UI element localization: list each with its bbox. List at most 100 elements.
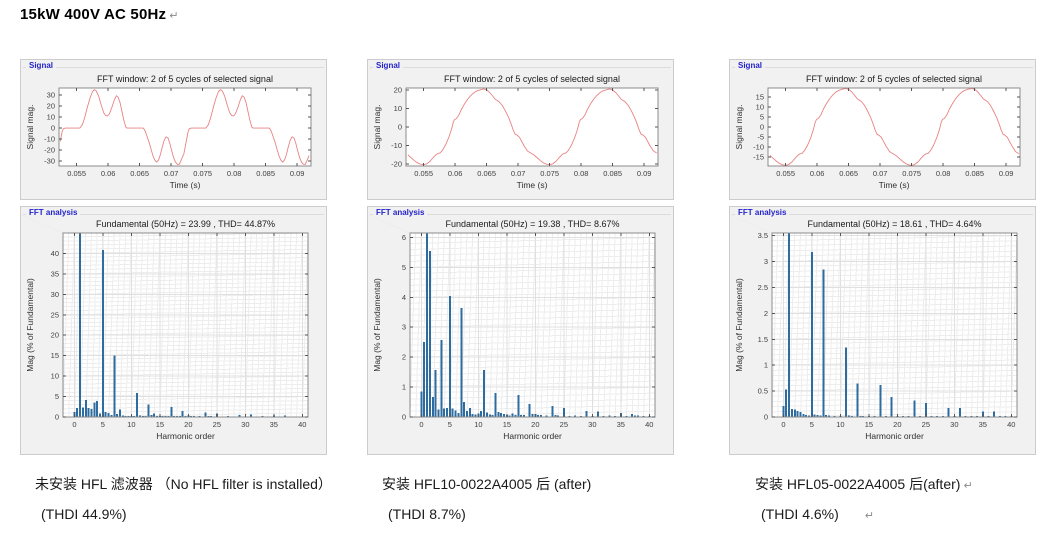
fft-panel-label: FFT analysis [735,208,789,218]
svg-text:35: 35 [51,269,59,278]
return-mark-icon: ↵ [865,510,874,522]
signal-panel: Signal 0.0550.060.0650.070.0750.080.0850… [367,59,674,200]
caption-thdi: (THDI 8.7%) [367,506,674,522]
svg-text:0: 0 [764,413,768,422]
svg-text:-10: -10 [391,141,402,150]
svg-text:25: 25 [51,310,59,319]
svg-text:0.085: 0.085 [256,169,275,178]
svg-text:10: 10 [394,104,402,113]
harmonic-spectrum-plot: 05101520253035400510152025303540Fundamen… [21,215,328,460]
svg-text:0.5: 0.5 [758,387,768,396]
column-hfl05-filter: Signal 0.0550.060.0650.070.0750.080.0850… [729,0,1037,540]
svg-text:20: 20 [531,420,539,429]
svg-text:-20: -20 [391,160,402,169]
caption-block: 安装 HFL10-0022A4005 后 (after) (THDI 8.7%) [367,474,674,522]
svg-text:0.085: 0.085 [603,169,622,178]
svg-text:3: 3 [402,323,406,332]
svg-text:Harmonic order: Harmonic order [156,431,215,441]
signal-waveform-plot: 0.0550.060.0650.070.0750.080.0850.09-15-… [730,68,1037,205]
svg-text:0: 0 [781,420,785,429]
signal-panel-label: Signal [373,61,403,71]
svg-text:Mag (% of Fundamental): Mag (% of Fundamental) [25,278,35,372]
svg-text:0.065: 0.065 [839,169,858,178]
svg-text:5: 5 [448,420,452,429]
svg-text:40: 40 [645,420,653,429]
svg-text:Fundamental (50Hz) = 19.38 , T: Fundamental (50Hz) = 19.38 , THD= 8.67% [446,219,620,229]
fft-analysis-panel: FFT analysis 05101520253035400123456Fund… [367,206,674,455]
svg-text:10: 10 [474,420,482,429]
svg-text:Time (s): Time (s) [879,180,910,190]
fft-panel-label: FFT analysis [373,208,427,218]
svg-text:FFT window: 2 of 5 cycles of s: FFT window: 2 of 5 cycles of selected si… [806,74,982,84]
caption-line1: 未安装 HFL 滤波器 （No HFL filter is installed） [20,474,327,494]
svg-text:Mag (% of Fundamental): Mag (% of Fundamental) [372,278,382,372]
svg-text:10: 10 [127,420,135,429]
svg-text:0.07: 0.07 [873,169,888,178]
svg-text:0.055: 0.055 [67,169,86,178]
signal-panel-label: Signal [735,61,765,71]
svg-text:2.5: 2.5 [758,283,768,292]
svg-text:-5: -5 [757,133,764,142]
svg-text:0.06: 0.06 [810,169,825,178]
svg-text:1: 1 [402,383,406,392]
svg-text:20: 20 [184,420,192,429]
fft-panel-label: FFT analysis [26,208,80,218]
svg-text:0.055: 0.055 [414,169,433,178]
svg-text:Fundamental (50Hz) = 18.61 , T: Fundamental (50Hz) = 18.61 , THD= 4.64% [808,219,982,229]
return-mark-icon: ↵ [963,480,972,492]
svg-text:0: 0 [402,413,406,422]
svg-text:0.06: 0.06 [101,169,116,178]
svg-text:Harmonic order: Harmonic order [503,431,562,441]
svg-text:1: 1 [764,361,768,370]
svg-text:0: 0 [51,124,55,133]
svg-text:6: 6 [402,233,406,242]
svg-text:25: 25 [922,420,930,429]
svg-text:15: 15 [756,93,764,102]
svg-text:20: 20 [47,102,55,111]
svg-text:5: 5 [810,420,814,429]
svg-text:Fundamental (50Hz) = 23.99 , T: Fundamental (50Hz) = 23.99 , THD= 44.87% [96,219,275,229]
svg-text:2: 2 [402,353,406,362]
svg-text:5: 5 [402,263,406,272]
signal-waveform-plot: 0.0550.060.0650.070.0750.080.0850.09-30-… [21,68,328,205]
svg-text:0.065: 0.065 [130,169,149,178]
svg-text:0: 0 [55,413,59,422]
fft-analysis-panel: FFT analysis 051015202530354000.511.522.… [729,206,1036,455]
svg-text:-30: -30 [44,157,55,166]
svg-text:0.07: 0.07 [511,169,526,178]
svg-text:Signal mag.: Signal mag. [372,105,382,150]
harmonic-spectrum-plot: 05101520253035400123456Fundamental (50Hz… [368,215,675,460]
svg-text:35: 35 [617,420,625,429]
svg-text:0.09: 0.09 [999,169,1014,178]
svg-text:FFT window: 2 of 5 cycles of s: FFT window: 2 of 5 cycles of selected si… [97,74,273,84]
svg-text:20: 20 [51,331,59,340]
svg-text:30: 30 [47,91,55,100]
svg-text:0.07: 0.07 [164,169,179,178]
svg-text:15: 15 [503,420,511,429]
fft-analysis-panel: FFT analysis 051015202530354005101520253… [20,206,327,455]
signal-panel-label: Signal [26,61,56,71]
caption-line1: 安装 HFL05-0022A4005 后(after)↵ [729,474,1036,494]
svg-text:0.075: 0.075 [540,169,559,178]
svg-text:3: 3 [764,257,768,266]
svg-text:35: 35 [979,420,987,429]
svg-text:Signal mag.: Signal mag. [25,105,35,150]
svg-text:40: 40 [51,249,59,258]
signal-waveform-plot: 0.0550.060.0650.070.0750.080.0850.09-20-… [368,68,675,205]
caption-block: 未安装 HFL 滤波器 （No HFL filter is installed）… [20,474,327,522]
column-hfl10-filter: Signal 0.0550.060.0650.070.0750.080.0850… [367,0,675,540]
svg-text:-15: -15 [753,153,764,162]
svg-text:0.09: 0.09 [290,169,305,178]
svg-text:15: 15 [51,351,59,360]
svg-text:0.085: 0.085 [965,169,984,178]
svg-text:0.09: 0.09 [637,169,652,178]
svg-text:5: 5 [101,420,105,429]
signal-panel: Signal 0.0550.060.0650.070.0750.080.0850… [20,59,327,200]
svg-text:10: 10 [47,113,55,122]
svg-text:5: 5 [55,392,59,401]
svg-text:Time (s): Time (s) [517,180,548,190]
svg-text:0.08: 0.08 [936,169,951,178]
svg-text:Time (s): Time (s) [170,180,201,190]
svg-text:0.08: 0.08 [227,169,242,178]
svg-text:-20: -20 [44,146,55,155]
